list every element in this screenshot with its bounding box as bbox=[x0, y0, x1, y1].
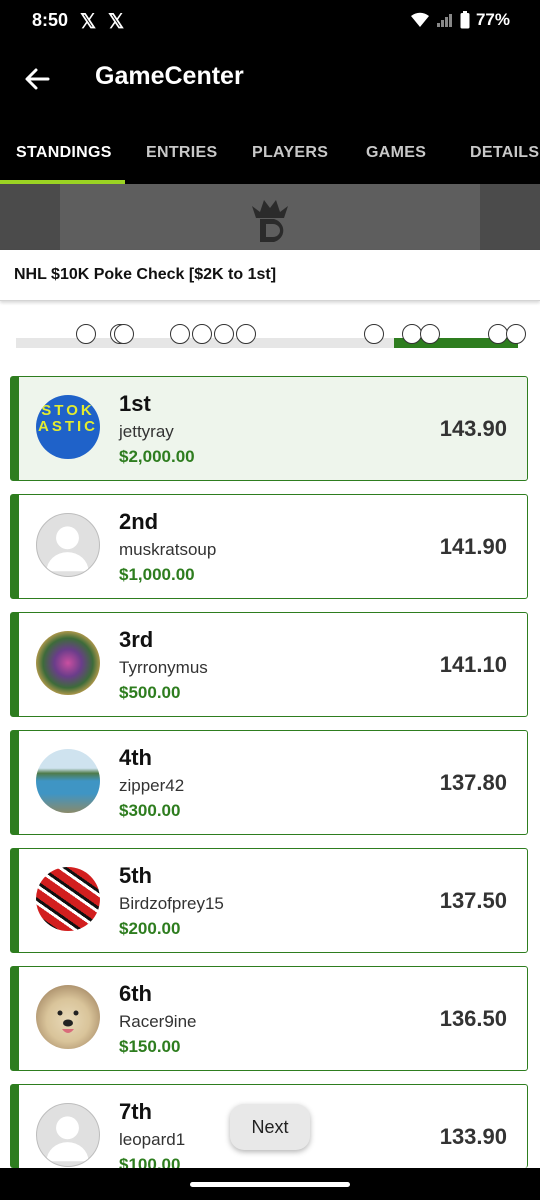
page-title: GameCenter bbox=[95, 62, 244, 90]
username: Birdzofprey15 bbox=[119, 894, 224, 913]
tab-standings[interactable]: STANDINGS bbox=[16, 144, 112, 162]
avatar bbox=[36, 749, 100, 813]
prize-amount: $500.00 bbox=[119, 683, 181, 702]
wifi-icon bbox=[410, 12, 429, 27]
avatar bbox=[36, 985, 100, 1049]
prize-amount: $1,000.00 bbox=[119, 565, 195, 584]
progress-marker bbox=[402, 324, 422, 344]
progress-marker bbox=[506, 324, 526, 344]
home-gesture-handle[interactable] bbox=[190, 1182, 350, 1187]
username: muskratsoup bbox=[119, 540, 217, 559]
rank-label: 5th bbox=[119, 863, 152, 888]
standing-row[interactable]: 4th zipper42 $300.00 137.80 bbox=[10, 730, 528, 835]
fantasy-points: 141.10 bbox=[439, 652, 507, 677]
standings-progress[interactable] bbox=[0, 318, 540, 358]
username: jettyray bbox=[119, 422, 174, 441]
person-silhouette-icon bbox=[46, 526, 89, 572]
username: Racer9ine bbox=[119, 1012, 197, 1031]
avatar: STOKASTIC bbox=[36, 395, 100, 459]
x-app-icon: 𝕏 bbox=[80, 11, 97, 33]
fantasy-points: 136.50 bbox=[439, 1006, 507, 1031]
tab-bar: STANDINGS ENTRIES PLAYERS GAMES DETAILS bbox=[0, 138, 540, 184]
status-time: 8:50 bbox=[32, 10, 69, 30]
next-button[interactable]: Next bbox=[230, 1104, 310, 1150]
draftkings-logo-icon bbox=[252, 200, 288, 242]
rank-label: 4th bbox=[119, 745, 152, 770]
back-arrow-icon[interactable] bbox=[20, 62, 54, 96]
standing-row[interactable]: 2nd muskratsoup $1,000.00 141.90 bbox=[10, 494, 528, 599]
system-nav-bar bbox=[0, 1168, 540, 1200]
signal-icon bbox=[436, 14, 452, 27]
standing-row[interactable]: 3rd Tyrronymus $500.00 141.10 bbox=[10, 612, 528, 717]
rank-label: 7th bbox=[119, 1099, 152, 1124]
fantasy-points: 137.50 bbox=[439, 888, 507, 913]
rank-label: 2nd bbox=[119, 509, 159, 534]
username: zipper42 bbox=[119, 776, 185, 795]
x-app-icon-2: 𝕏 bbox=[108, 11, 125, 33]
rank-label: 1st bbox=[119, 391, 151, 416]
dog-face-icon bbox=[57, 1010, 79, 1033]
battery-percent: 77% bbox=[475, 10, 510, 29]
person-silhouette-icon bbox=[46, 1116, 89, 1162]
avatar-text: STOKASTIC bbox=[38, 402, 98, 435]
fantasy-points: 141.90 bbox=[439, 534, 507, 559]
contest-title: NHL $10K Poke Check [$2K to 1st] bbox=[14, 266, 277, 283]
fantasy-points: 137.80 bbox=[439, 770, 507, 795]
progress-marker bbox=[488, 324, 508, 344]
standing-row[interactable]: STOKASTIC 1st jettyray $2,000.00 143.90 bbox=[10, 376, 528, 481]
tab-entries[interactable]: ENTRIES bbox=[146, 144, 217, 162]
progress-marker bbox=[170, 324, 190, 344]
prize-amount: $200.00 bbox=[119, 919, 181, 938]
tab-players[interactable]: PLAYERS bbox=[252, 144, 328, 162]
rank-label: 3rd bbox=[119, 627, 154, 652]
fantasy-points: 143.90 bbox=[439, 416, 507, 441]
username: Tyrronymus bbox=[119, 658, 208, 677]
prize-amount: $150.00 bbox=[119, 1037, 181, 1056]
battery-icon bbox=[460, 11, 470, 29]
rank-label: 6th bbox=[119, 981, 152, 1006]
avatar bbox=[36, 631, 100, 695]
tab-games[interactable]: GAMES bbox=[366, 144, 426, 162]
status-indicators: 77% bbox=[410, 10, 510, 30]
fantasy-points: 133.90 bbox=[439, 1124, 507, 1149]
avatar bbox=[36, 867, 100, 931]
progress-marker bbox=[420, 324, 440, 344]
prize-amount: $300.00 bbox=[119, 801, 181, 820]
status-bar: 8:50 𝕏 𝕏 77% bbox=[0, 0, 540, 40]
progress-marker bbox=[192, 324, 212, 344]
prize-amount: $2,000.00 bbox=[119, 447, 195, 466]
tab-details[interactable]: DETAILS bbox=[470, 144, 539, 162]
progress-marker bbox=[76, 324, 96, 344]
app-header: GameCenter STANDINGS ENTRIES PLAYERS GAM… bbox=[0, 40, 540, 184]
standing-row[interactable]: 5th Birdzofprey15 $200.00 137.50 bbox=[10, 848, 528, 953]
progress-marker bbox=[364, 324, 384, 344]
contest-header: NHL $10K Poke Check [$2K to 1st] bbox=[0, 250, 540, 301]
progress-marker bbox=[236, 324, 256, 344]
default-avatar-icon bbox=[36, 1103, 100, 1167]
standing-row[interactable]: 6th Racer9ine $150.00 136.50 bbox=[10, 966, 528, 1071]
progress-marker bbox=[114, 324, 134, 344]
username: leopard1 bbox=[119, 1130, 186, 1149]
progress-marker bbox=[214, 324, 234, 344]
default-avatar-icon bbox=[36, 513, 100, 577]
